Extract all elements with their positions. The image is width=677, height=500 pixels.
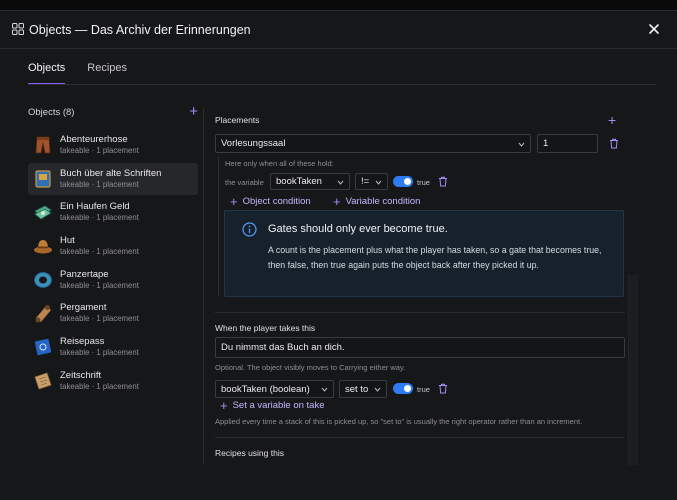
object-meta: takeable · 1 placement: [60, 179, 139, 189]
add-object-condition-label: Object condition: [242, 196, 311, 207]
tab-divider: [28, 84, 656, 85]
add-object-condition-button[interactable]: + Object condition: [230, 193, 311, 209]
recipes-using-label: Recipes using this: [215, 448, 284, 458]
list-item[interactable]: Ein Haufen Geld takeable · 1 placement: [28, 196, 198, 228]
tab-bar: Objects Recipes: [28, 62, 127, 85]
object-name: Abenteurerhose: [60, 134, 128, 145]
trousers-icon: [35, 136, 51, 154]
take-operator: set to: [345, 383, 369, 395]
take-note: Applied every time a stack of this is pi…: [215, 417, 583, 426]
info-title: Gates should only ever become true.: [268, 223, 448, 235]
take-message-hint: Optional. The object visibly moves to Ca…: [215, 363, 406, 372]
trash-icon[interactable]: [438, 383, 448, 394]
info-body: A count is the placement plus what the p…: [268, 245, 602, 270]
dialog-title: Objects — Das Archiv der Erinnerungen: [29, 22, 251, 37]
chevron-down-icon: [321, 387, 328, 392]
list-item[interactable]: Abenteurerhose takeable · 1 placement: [28, 129, 198, 161]
chevron-down-icon: [375, 180, 382, 185]
list-item[interactable]: Pergament takeable · 1 placement: [28, 297, 198, 329]
condition-operator: !=: [361, 176, 370, 187]
chevron-down-icon: [374, 387, 381, 392]
take-variable: bookTaken (boolean): [221, 383, 310, 395]
location-select[interactable]: Vorlesungssaal: [215, 134, 531, 153]
hat-icon: [34, 240, 52, 254]
passport-icon: [34, 339, 52, 356]
chevron-down-icon: [518, 142, 525, 147]
take-value-toggle[interactable]: [393, 383, 413, 394]
add-variable-condition-label: Variable condition: [345, 196, 421, 207]
object-meta: takeable · 1 placement: [60, 213, 139, 223]
condition-prefix: the variable: [225, 178, 264, 187]
add-variable-condition-button[interactable]: + Variable condition: [333, 193, 421, 209]
close-icon[interactable]: [647, 22, 661, 36]
add-placement-button[interactable]: +: [608, 112, 616, 128]
grid-icon: [12, 22, 24, 35]
dialog-titlebar: Objects — Das Archiv der Erinnerungen: [0, 11, 677, 49]
tab-recipes[interactable]: Recipes: [87, 62, 127, 85]
on-take-label: When the player takes this: [215, 323, 316, 333]
add-object-button[interactable]: +: [189, 104, 198, 119]
condition-value: true: [417, 178, 430, 187]
chevron-down-icon: [337, 180, 344, 185]
backdrop: [0, 0, 677, 10]
list-item[interactable]: Zeitschrift takeable · 1 placement: [28, 365, 198, 397]
tab-objects[interactable]: Objects: [28, 62, 66, 85]
trash-icon[interactable]: [438, 176, 448, 187]
condition-divider: [218, 156, 219, 296]
tape-icon: [34, 271, 52, 288]
object-meta: takeable · 1 placement: [60, 381, 139, 391]
info-callout: Gates should only ever become true. A co…: [224, 210, 624, 297]
object-name: Reisepass: [60, 336, 105, 348]
object-meta: takeable · 1 placement: [60, 146, 139, 155]
object-name: Pergament: [60, 302, 107, 314]
objects-panel: Objects (8) + Abenteurerhose takeable · …: [28, 104, 198, 399]
object-meta: takeable · 1 placement: [60, 348, 139, 358]
info-icon: [242, 222, 257, 237]
money-icon: [34, 205, 52, 220]
trash-icon[interactable]: [609, 138, 619, 149]
add-take-variable-label: Set a variable on take: [232, 400, 325, 411]
add-take-variable-button[interactable]: + Set a variable on take: [220, 397, 325, 413]
section-divider: [215, 312, 625, 313]
location-value: Vorlesungssaal: [221, 138, 286, 149]
book-icon: [35, 170, 51, 188]
take-message-input[interactable]: Du nimmst das Buch an dich.: [215, 337, 625, 358]
object-name: Zeitschrift: [60, 369, 102, 381]
object-meta: takeable · 1 placement: [60, 280, 139, 290]
objects-heading: Objects (8): [28, 106, 75, 118]
section-divider: [215, 437, 625, 438]
count-input[interactable]: 1: [537, 134, 598, 153]
object-name: Panzertape: [60, 268, 109, 280]
condition-hint: Here only when all of these hold:: [225, 159, 334, 168]
plus-icon: +: [230, 193, 238, 209]
list-item-selected[interactable]: Buch über alte Schriften takeable · 1 pl…: [28, 162, 198, 195]
magazine-icon: [34, 372, 52, 390]
object-name: Ein Haufen Geld: [60, 201, 130, 213]
scroll-icon: [35, 305, 51, 323]
placements-label: Placements: [215, 115, 260, 125]
condition-variable: bookTaken: [276, 176, 322, 187]
object-name: Buch über alte Schriften: [60, 167, 162, 179]
list-item[interactable]: Hut takeable · 1 placement: [28, 230, 198, 262]
scrollbar[interactable]: [628, 275, 638, 465]
take-value: true: [417, 385, 430, 394]
object-name: Hut: [60, 235, 75, 247]
condition-operator-select[interactable]: !=: [355, 173, 388, 190]
condition-toggle[interactable]: [393, 176, 413, 187]
plus-icon: +: [220, 397, 228, 413]
list-item[interactable]: Panzertape takeable · 1 placement: [28, 264, 198, 296]
take-variable-select[interactable]: bookTaken (boolean): [215, 380, 334, 398]
plus-icon: +: [333, 193, 341, 209]
condition-variable-select[interactable]: bookTaken: [270, 173, 350, 190]
take-operator-select[interactable]: set to: [339, 380, 387, 398]
object-meta: takeable · 1 placement: [60, 314, 139, 324]
list-item[interactable]: Reisepass takeable · 1 placement: [28, 331, 198, 363]
object-meta: takeable · 1 placement: [60, 247, 139, 257]
